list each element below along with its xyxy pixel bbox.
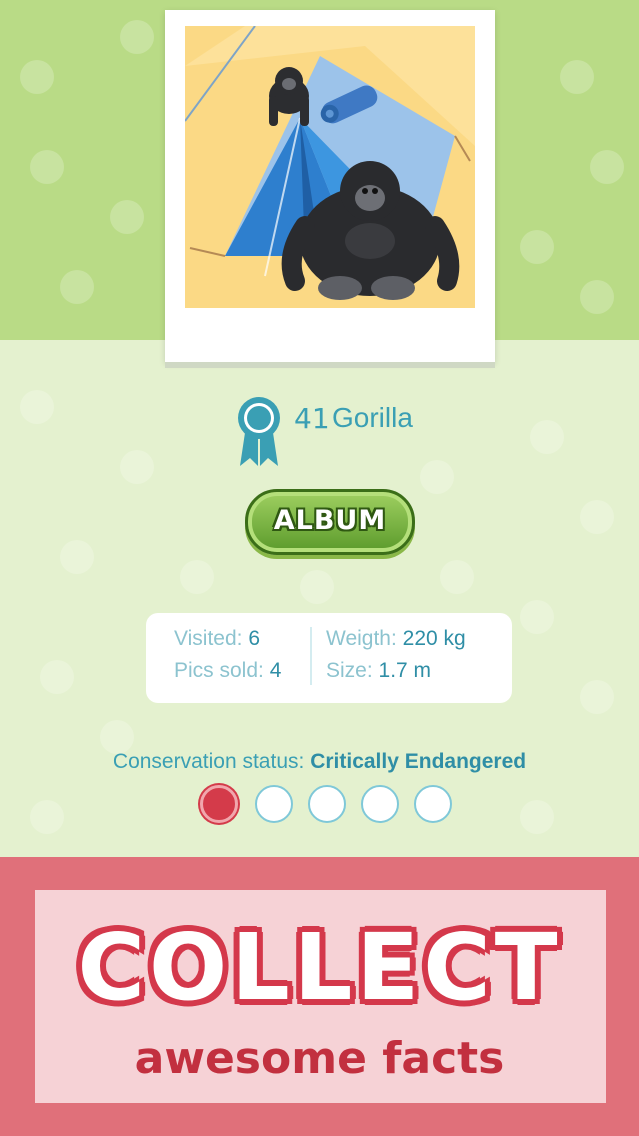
stats-divider xyxy=(310,627,312,685)
weight-value: 220 kg xyxy=(402,627,466,650)
conservation-level-indicator xyxy=(200,785,460,827)
album-button-label: ALBUM xyxy=(273,505,387,536)
species-number: 41 xyxy=(294,402,330,435)
size-label: Size: xyxy=(326,659,373,682)
pics-sold-stat: Pics sold: 4 xyxy=(174,659,281,683)
tent-illustration xyxy=(185,26,475,308)
gorilla-photo xyxy=(185,26,475,308)
level-dot xyxy=(308,785,346,823)
photo-card[interactable] xyxy=(165,10,495,362)
conservation-status: Conservation status: Critically Endanger… xyxy=(0,750,639,774)
size-value: 1.7 m xyxy=(378,659,432,682)
album-button[interactable]: ALBUM xyxy=(245,489,415,555)
ribbon-award-icon xyxy=(236,396,286,470)
weight-stat: Weigth: 220 kg xyxy=(326,627,466,651)
promo-headline: COLLECT xyxy=(77,914,562,1021)
visited-value: 6 xyxy=(248,627,261,650)
conservation-label: Conservation status: xyxy=(112,750,305,773)
promo-subline: awesome facts xyxy=(134,1033,505,1084)
level-dot xyxy=(414,785,452,823)
visited-label: Visited: xyxy=(174,627,243,650)
size-stat: Size: 1.7 m xyxy=(326,659,431,683)
pics-sold-label: Pics sold: xyxy=(174,659,264,682)
level-dot xyxy=(200,785,238,823)
level-dot xyxy=(361,785,399,823)
weight-label: Weigth: xyxy=(326,627,397,650)
stats-card: Visited: 6 Pics sold: 4 Weigth: 220 kg S… xyxy=(146,613,512,703)
visited-stat: Visited: 6 xyxy=(174,627,260,651)
level-dot xyxy=(255,785,293,823)
species-name: Gorilla xyxy=(332,402,413,433)
conservation-value: Critically Endangered xyxy=(310,750,527,773)
pics-sold-value: 4 xyxy=(269,659,282,682)
